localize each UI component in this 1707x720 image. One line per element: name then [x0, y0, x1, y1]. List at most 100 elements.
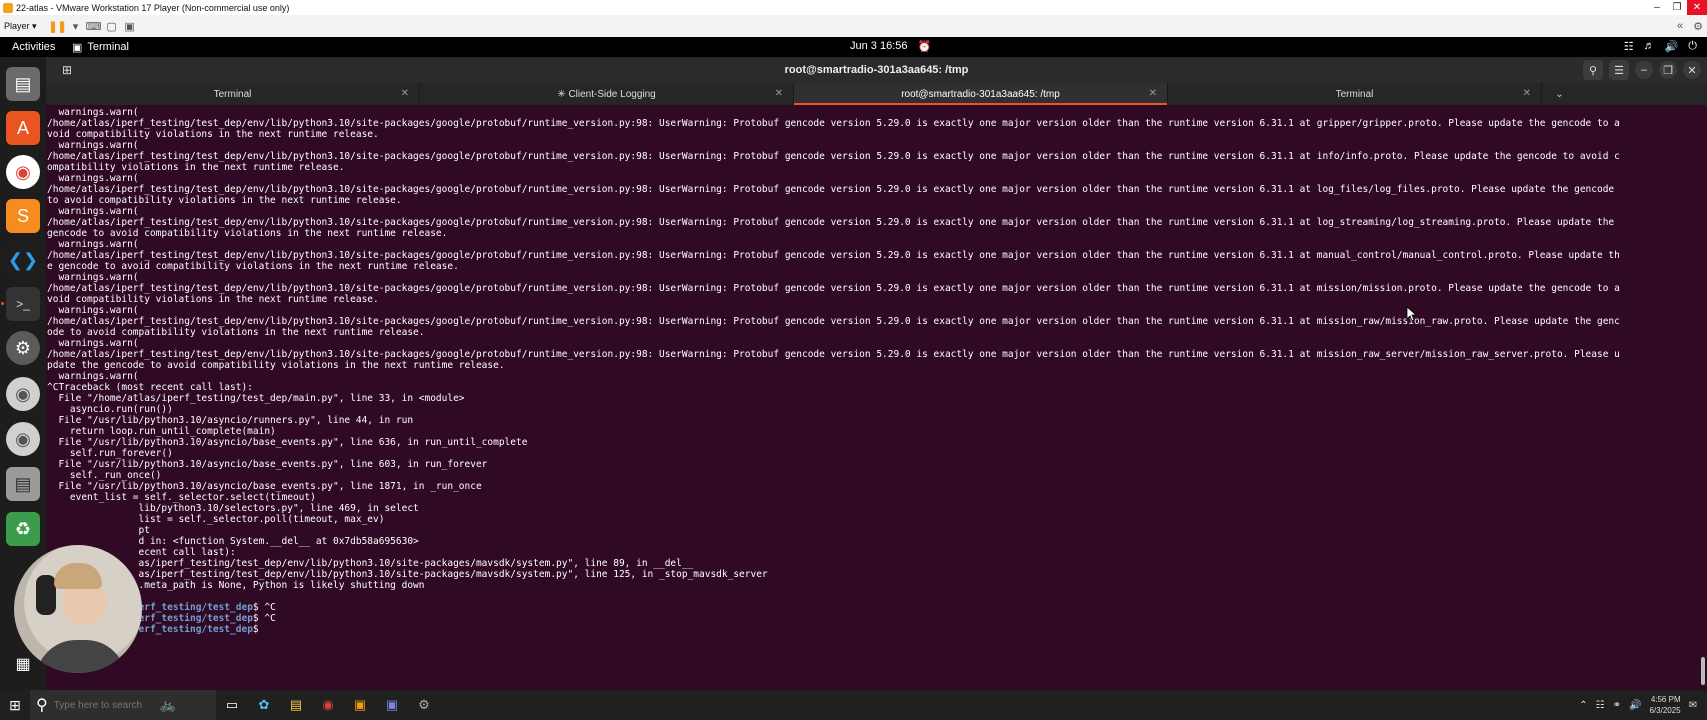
back-icon[interactable]: «: [1671, 18, 1689, 34]
terminal-line: ecent call last):: [47, 547, 236, 558]
taskbar-search[interactable]: ⚲ 🚲: [30, 690, 216, 720]
tab-close-icon[interactable]: ✕: [1149, 88, 1157, 99]
unity-icon[interactable]: ▣: [121, 18, 139, 34]
app-menu[interactable]: ▣ Terminal: [72, 41, 129, 54]
prompt-cmd: $: [252, 624, 265, 635]
tab-label: Terminal: [1335, 88, 1374, 100]
network-tray-icon[interactable]: ☷: [1596, 700, 1605, 711]
minimize-window-icon[interactable]: –: [1635, 61, 1653, 79]
search-icon[interactable]: ⚲: [1583, 60, 1603, 80]
terminal-prompt-line: (env) atlas:~/iperf_testing/test_dep$ ^C: [47, 613, 1707, 624]
terminal-line: pt: [47, 525, 150, 536]
restore-icon[interactable]: ❐: [1667, 0, 1687, 15]
tab-close-icon[interactable]: ✕: [401, 88, 409, 99]
terminal-line: ompatibility violations in the next runt…: [47, 162, 345, 173]
sublime-text-icon[interactable]: S: [6, 199, 40, 233]
drive-icon[interactable]: ▤: [6, 467, 40, 501]
terminal-tab-bar: Terminal ✕ ✳ Client-Side Logging ✕ root@…: [46, 83, 1707, 105]
terminal-prompt-line: (env) atlas:~/iperf_testing/test_dep$ ^C: [47, 602, 1707, 613]
terminal-prompt-line: (env) atlas:~/iperf_testing/test_dep$: [47, 624, 1707, 635]
webcam-person-hair: [54, 563, 102, 589]
mic-icon[interactable]: ⚭: [1613, 700, 1621, 711]
terminal-line: /home/atlas/iperf_testing/test_dep/env/l…: [47, 184, 1615, 195]
tab-terminal-1[interactable]: Terminal ✕: [46, 83, 420, 105]
terminal-line: lib/python3.10/selectors.py", line 469, …: [47, 503, 419, 514]
chrome-taskbar-icon[interactable]: ◉: [312, 690, 344, 720]
mouse-cursor-icon: [1406, 306, 1418, 322]
player-menu-label: Player: [4, 20, 30, 31]
vmware-logo-icon: [3, 2, 13, 13]
power-icon: ⏻: [1688, 40, 1697, 52]
terminal-line: e gencode to avoid compatibility violati…: [47, 261, 459, 272]
terminal-output[interactable]: warnings.warn(/home/atlas/iperf_testing/…: [47, 107, 1707, 688]
settings-taskbar-icon[interactable]: ⚙: [408, 690, 440, 720]
gnome-top-bar: Activities ▣ Terminal Jun 3 16:56 ⏰ ☷ ♬ …: [0, 37, 1707, 57]
settings-icon[interactable]: ⚙: [6, 331, 40, 365]
windows-start-icon[interactable]: ⊞: [0, 690, 30, 720]
speaker-icon: ♬: [1643, 40, 1655, 52]
notifications-icon[interactable]: ✉: [1689, 700, 1697, 711]
copilot-icon[interactable]: ✿: [248, 690, 280, 720]
chevron-up-icon[interactable]: ⌃: [1579, 700, 1587, 711]
vscode-icon[interactable]: ❮❯: [6, 243, 40, 277]
dropdown-icon[interactable]: ▾: [67, 18, 85, 34]
terminal-line: .meta_path is None, Python is likely shu…: [47, 580, 425, 591]
terminal-line: self.run_forever(): [47, 448, 173, 459]
taskbar-date: 6/3/2025: [1649, 706, 1681, 715]
close-icon[interactable]: ✕: [1687, 0, 1707, 15]
pause-icon[interactable]: ❚❚: [48, 18, 66, 34]
vmware-titlebar: 22-atlas - VMware Workstation 17 Player …: [0, 0, 1707, 15]
minimize-icon[interactable]: –: [1647, 0, 1667, 15]
terminal-line: gencode to avoid compatibility violation…: [47, 228, 448, 239]
hamburger-menu-icon[interactable]: ☰: [1609, 60, 1629, 80]
disc-2-icon[interactable]: ◉: [6, 422, 40, 456]
tab-client-side-logging[interactable]: ✳ Client-Side Logging ✕: [420, 83, 794, 105]
fullscreen-icon[interactable]: ▢: [103, 18, 121, 34]
teams-icon[interactable]: ▣: [376, 690, 408, 720]
windows-tray: ⌃ ☷ ⚭ 🔊 4:56 PM 6/3/2025 ✉: [1579, 690, 1697, 720]
chrome-icon[interactable]: ◉: [6, 155, 40, 189]
taskbar-clock[interactable]: 4:56 PM 6/3/2025: [1649, 694, 1680, 716]
webcam-headphone: [36, 575, 56, 615]
tab-label: root@smartradio-301a3aa645: /tmp: [901, 88, 1060, 100]
player-menu[interactable]: Player ▾: [4, 21, 37, 32]
terminal-line: /home/atlas/iperf_testing/test_dep/env/l…: [47, 250, 1620, 261]
terminal-line: warnings.warn(: [47, 371, 139, 382]
software-icon[interactable]: A: [6, 111, 40, 145]
terminal-line: void compatibility violations in the nex…: [47, 129, 379, 140]
task-view-icon[interactable]: ▭: [216, 690, 248, 720]
terminal-scrollbar[interactable]: [1701, 657, 1705, 685]
vmware-taskbar-icon[interactable]: ▣: [344, 690, 376, 720]
tab-root-tmp[interactable]: root@smartradio-301a3aa645: /tmp ✕: [794, 83, 1168, 105]
trash-icon[interactable]: ♻: [6, 512, 40, 546]
vmware-help-icon[interactable]: ⚙: [1689, 18, 1707, 34]
send-ctrl-alt-del-icon[interactable]: ⌨: [85, 18, 103, 34]
terminal-line: to avoid compatibility violations in the…: [47, 195, 402, 206]
terminal-dock-icon[interactable]: >_: [1, 287, 40, 321]
new-tab-icon[interactable]: ⊞: [52, 60, 82, 80]
tab-label: Terminal: [213, 88, 252, 100]
activities-button[interactable]: Activities: [12, 41, 72, 53]
disc-icon[interactable]: ◉: [6, 377, 40, 411]
file-explorer-icon[interactable]: ▤: [280, 690, 312, 720]
maximize-window-icon[interactable]: ❐: [1659, 61, 1677, 79]
tab-list-chevron-down-icon[interactable]: ⌄: [1542, 83, 1577, 105]
terminal-line: /home/atlas/iperf_testing/test_dep/env/l…: [47, 283, 1620, 294]
tab-terminal-2[interactable]: Terminal ✕: [1168, 83, 1542, 105]
taskbar-search-input[interactable]: [53, 699, 154, 711]
tab-close-icon[interactable]: ✕: [1523, 88, 1531, 99]
terminal-line: void compatibility violations in the nex…: [47, 294, 379, 305]
close-window-icon[interactable]: ✕: [1683, 61, 1701, 79]
clock[interactable]: Jun 3 16:56 ⏰: [850, 40, 931, 53]
terminal-line: warnings.warn(: [47, 272, 139, 283]
files-icon[interactable]: ▤: [6, 67, 40, 101]
terminal-line: pdate the gencode to avoid compatibility…: [47, 360, 505, 371]
system-tray[interactable]: ☷ ♬ 🔊 ⏻: [1624, 40, 1697, 53]
terminal-line: /home/atlas/iperf_testing/test_dep/env/l…: [47, 217, 1615, 228]
terminal-line: warnings.warn(: [47, 305, 139, 316]
speaker-tray-icon[interactable]: 🔊: [1629, 700, 1641, 711]
terminal-line: as/iperf_testing/test_dep/env/lib/python…: [47, 558, 694, 569]
tab-close-icon[interactable]: ✕: [775, 88, 783, 99]
prompt-cmd: $ ^C: [252, 613, 276, 624]
terminal-line: /home/atlas/iperf_testing/test_dep/env/l…: [47, 151, 1620, 162]
